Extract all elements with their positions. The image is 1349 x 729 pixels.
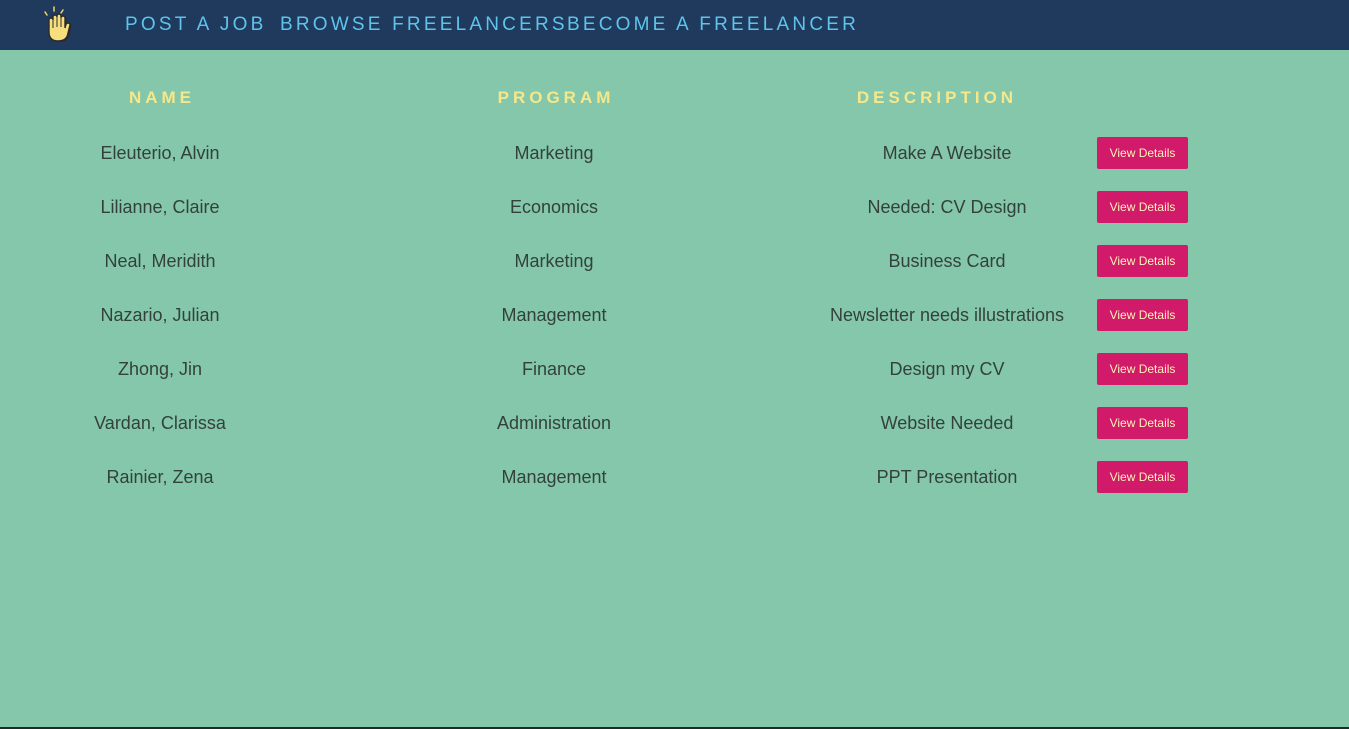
row-description: Design my CV xyxy=(889,359,1005,379)
row-program: Finance xyxy=(521,359,587,379)
row-program: Economics xyxy=(509,197,599,217)
table-row: Vardan, Clarissa Administration Website … xyxy=(0,405,1349,441)
row-name: Eleuterio, Alvin xyxy=(100,143,220,163)
row-name: Zhong, Jin xyxy=(117,359,203,379)
nav-browse-freelancers[interactable]: BROWSE FREELANCERS xyxy=(280,14,568,36)
nav-become-a-freelancer[interactable]: BECOME A FREELANCER xyxy=(567,14,859,36)
row-description: Business Card xyxy=(888,251,1006,271)
table-row: Lilianne, Claire Economics Needed: CV De… xyxy=(0,189,1349,225)
view-details-button[interactable]: View Details xyxy=(1097,245,1188,277)
row-program: Management xyxy=(501,467,607,487)
row-description: Newsletter needs illustrations xyxy=(829,305,1065,325)
row-description: Needed: CV Design xyxy=(867,197,1027,217)
view-details-button[interactable]: View Details xyxy=(1097,137,1188,169)
row-program: Marketing xyxy=(514,251,594,271)
row-description: Website Needed xyxy=(880,413,1014,433)
column-header-description: DESCRIPTION xyxy=(856,88,1018,107)
top-navbar: POST A JOB BROWSE FREELANCERS BECOME A F… xyxy=(0,0,1349,50)
row-name: Nazario, Julian xyxy=(100,305,220,325)
row-name: Vardan, Clarissa xyxy=(94,413,226,433)
table-row: Nazario, Julian Management Newsletter ne… xyxy=(0,297,1349,333)
view-details-button[interactable]: View Details xyxy=(1097,191,1188,223)
table-row: Rainier, Zena Management PPT Presentatio… xyxy=(0,459,1349,495)
nav-post-a-job[interactable]: POST A JOB xyxy=(125,14,266,36)
column-header-name: NAME xyxy=(128,88,196,107)
row-name: Rainier, Zena xyxy=(106,467,214,487)
row-program: Administration xyxy=(496,413,612,433)
row-program: Management xyxy=(501,305,607,325)
row-description: Make A Website xyxy=(882,143,1012,163)
row-program: Marketing xyxy=(514,143,594,163)
table-row: Eleuterio, Alvin Marketing Make A Websit… xyxy=(0,135,1349,171)
waving-hand-icon[interactable] xyxy=(36,4,76,44)
table-row: Neal, Meridith Marketing Business Card V… xyxy=(0,243,1349,279)
row-name: Neal, Meridith xyxy=(104,251,216,271)
view-details-button[interactable]: View Details xyxy=(1097,461,1188,493)
column-header-program: PROGRAM xyxy=(497,88,615,107)
view-details-button[interactable]: View Details xyxy=(1097,353,1188,385)
table-row: Zhong, Jin Finance Design my CV View Det… xyxy=(0,351,1349,387)
row-name: Lilianne, Claire xyxy=(100,197,220,217)
view-details-button[interactable]: View Details xyxy=(1097,299,1188,331)
row-description: PPT Presentation xyxy=(876,467,1018,487)
view-details-button[interactable]: View Details xyxy=(1097,407,1188,439)
